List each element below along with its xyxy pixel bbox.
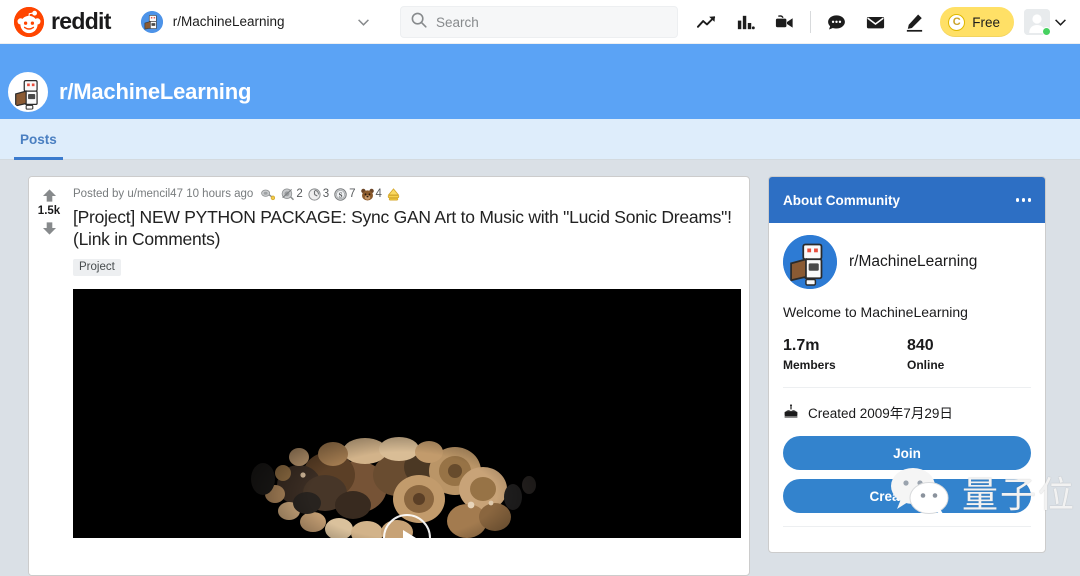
post-author-link[interactable]: u/mencil47 [127,188,183,200]
svg-text:S: S [339,192,343,199]
create-post-button[interactable]: Create Post [783,479,1031,514]
subreddit-identity: r/MachineLearning [8,72,251,112]
community-created-text: Created 2009年7月29日 [808,406,953,422]
post-flair[interactable]: Project [73,259,121,277]
community-picker-label: r/MachineLearning [172,14,285,29]
award-badge-silver[interactable] [260,187,276,202]
free-coins-badge[interactable]: C Free [940,7,1014,37]
reddit-wordmark: reddit [51,8,111,34]
sidebar-footer [783,526,1031,552]
post-video-thumbnail[interactable] [73,289,741,539]
members-stat: 1.7m Members [783,337,907,372]
trending-up-icon[interactable] [687,4,726,40]
online-count: 840 [907,337,934,355]
post-metadata: Posted by u/mencil47 10 hours ago 2 3 S … [73,186,741,202]
bar-chart-icon[interactable] [726,4,765,40]
about-community-card: About Community r/MachineLearning Welcom… [768,176,1046,554]
about-community-name[interactable]: r/MachineLearning [849,253,977,271]
free-badge-label: Free [972,14,1000,30]
award-count: 2 [296,188,303,200]
search-bar[interactable] [400,6,678,38]
subreddit-name: r/MachineLearning [59,79,252,104]
gan-art-frame [73,289,741,539]
downvote-arrow-icon[interactable] [41,221,58,236]
sidebar-divider [783,387,1031,389]
reddit-alien-icon [14,6,44,37]
community-stats: 1.7m Members 840 Online [783,337,1031,372]
overflow-menu-icon[interactable] [1015,198,1031,202]
nav-divider [810,11,812,33]
award-count: 4 [375,188,382,200]
search-icon [411,12,427,33]
vote-column: 1.5k [29,177,69,575]
reddit-home-logo[interactable]: reddit [14,6,111,37]
chat-bubble-icon[interactable] [817,4,856,40]
post-card: 1.5k Posted by u/mencil47 10 hours ago 2… [28,176,750,576]
posted-by-label: Posted by [73,188,125,200]
award-count: 7 [349,188,356,200]
play-triangle-icon [402,530,416,539]
tab-posts[interactable]: Posts [14,119,63,160]
subreddit-tab-bar: Posts [0,119,1080,160]
about-community-header: About Community [769,177,1045,223]
machinelearning-avatar-icon [8,72,48,112]
members-label: Members [783,358,836,373]
about-community-body: r/MachineLearning Welcome to MachineLear… [769,223,1045,552]
envelope-icon[interactable] [856,4,895,40]
search-input[interactable] [436,14,656,30]
upvote-arrow-icon[interactable] [41,188,58,203]
award-count: 3 [322,188,330,200]
subreddit-banner: r/MachineLearning [0,44,1080,119]
community-created-row: Created 2009年7月29日 [783,402,1031,422]
coin-icon: C [948,13,966,31]
award-badge-helpful[interactable]: 2 [280,187,303,202]
community-picker-dropdown[interactable]: r/MachineLearning [135,4,375,40]
machinelearning-avatar-icon [140,10,163,33]
post-timestamp: 10 hours ago [186,188,254,200]
pencil-icon[interactable] [895,4,934,40]
join-button[interactable]: Join [783,436,1031,471]
about-community-description: Welcome to MachineLearning [783,304,968,320]
members-count: 1.7m [783,337,820,355]
main-content: 1.5k Posted by u/mencil47 10 hours ago 2… [0,160,1080,576]
about-community-identity: r/MachineLearning [783,235,1031,289]
post-title[interactable]: [Project] NEW PYTHON PACKAGE: Sync GAN A… [73,207,741,250]
top-navigation-bar: reddit r/MachineLearning Search C Free [0,0,1080,44]
online-status-dot [1042,27,1051,36]
post-awards: 2 3 S 7 4 [260,187,406,202]
vote-count: 1.5k [37,205,61,217]
user-menu[interactable] [1024,9,1072,36]
user-avatar-icon [1024,9,1051,36]
chevron-down-icon [1055,13,1066,31]
video-camera-icon[interactable] [765,4,804,40]
award-badge-wholesome[interactable]: 3 [307,187,329,202]
award-badge-silver-s[interactable]: S 7 [333,187,356,202]
online-label: Online [907,358,945,373]
cake-icon [783,403,799,422]
about-community-title: About Community [783,192,900,208]
award-badge-gold[interactable] [386,187,402,202]
machinelearning-avatar-icon [783,235,837,289]
chevron-down-icon [357,13,369,31]
post-body: Posted by u/mencil47 10 hours ago 2 3 S … [69,177,749,575]
nav-actions-group: C Free [687,0,1072,44]
online-stat: 840 Online [907,337,1031,372]
award-badge-bear[interactable]: 4 [360,187,382,202]
